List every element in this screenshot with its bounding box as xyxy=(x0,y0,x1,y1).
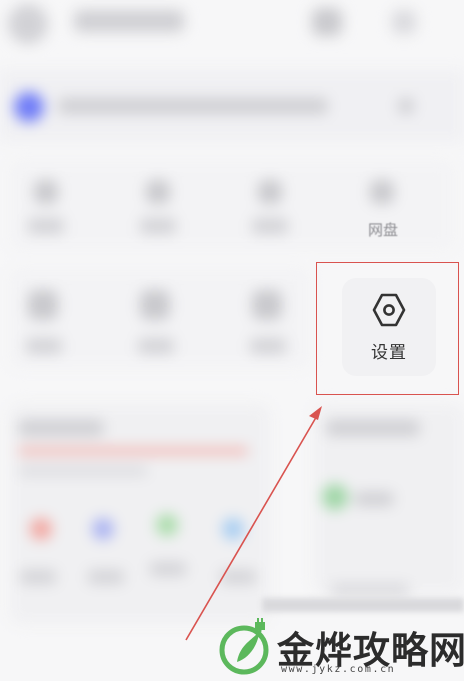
avatar xyxy=(8,4,48,44)
banner-icon xyxy=(14,92,44,122)
header-action-icon[interactable] xyxy=(312,8,342,36)
grid-label xyxy=(140,218,176,234)
watermark-url: www.jykz.com.cn xyxy=(281,664,396,675)
card-right-title xyxy=(326,420,420,436)
banner-text xyxy=(58,98,328,114)
card-right-bottom xyxy=(330,584,410,596)
grid-icon[interactable] xyxy=(34,180,58,204)
grid-label xyxy=(138,338,174,354)
grid-label xyxy=(252,218,288,234)
card-left[interactable] xyxy=(10,404,270,624)
grid-label-netdisk: 网盘 xyxy=(368,222,399,239)
card-left-title xyxy=(18,420,104,436)
grid-label xyxy=(28,218,64,234)
grid-label xyxy=(250,338,286,354)
card-left-progress xyxy=(18,448,248,454)
netdisk-icon[interactable] xyxy=(370,180,394,204)
hexagon-gear-icon xyxy=(372,293,406,327)
app-icon[interactable] xyxy=(156,514,178,536)
app-icon[interactable] xyxy=(30,518,52,540)
app-label xyxy=(150,562,186,576)
card-left-sub xyxy=(18,466,148,476)
grid-icon[interactable] xyxy=(258,180,282,204)
grid-icon[interactable] xyxy=(252,290,282,320)
grid-icon[interactable] xyxy=(28,290,58,320)
grid-icon[interactable] xyxy=(140,290,170,320)
app-label xyxy=(88,570,124,584)
grid-label xyxy=(26,338,62,354)
leaf-plug-logo-icon xyxy=(219,618,269,675)
watermark: 金烨攻略网 www.jykz.com.cn xyxy=(215,612,464,681)
settings-button[interactable]: 设置 xyxy=(342,278,436,376)
app-label xyxy=(220,570,256,584)
app-icon[interactable] xyxy=(222,518,244,540)
card-right-text xyxy=(354,492,394,506)
watermark-strip xyxy=(262,598,464,612)
app-label xyxy=(20,570,56,584)
chevron-right-icon xyxy=(398,98,414,114)
grid-icon[interactable] xyxy=(146,180,170,204)
settings-label: 设置 xyxy=(371,343,407,362)
app-icon[interactable] xyxy=(92,518,114,540)
header-more-icon[interactable] xyxy=(392,10,416,34)
card-right-icon xyxy=(322,484,348,510)
header-title xyxy=(74,10,184,32)
